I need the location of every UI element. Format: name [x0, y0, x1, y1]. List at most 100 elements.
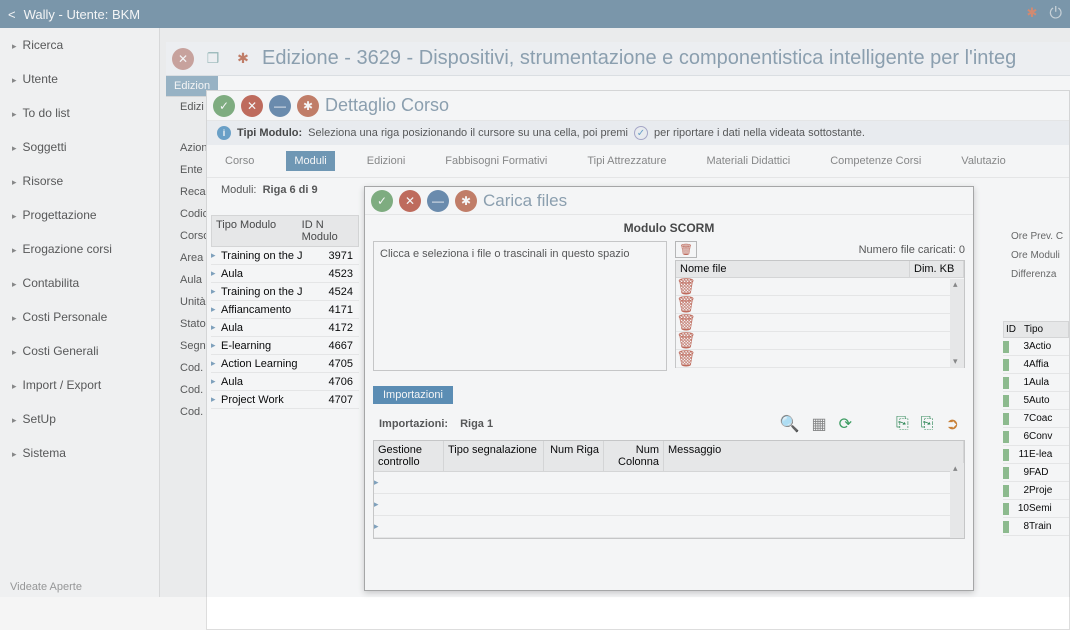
table-row[interactable]: ▸Training on the J4524: [211, 283, 359, 301]
bug-icon[interactable]: ✱: [232, 48, 254, 70]
delete-icon[interactable]: 🗑: [676, 349, 694, 369]
table-row[interactable]: ▸: [374, 516, 964, 538]
summary-label: Differenza: [1011, 269, 1067, 280]
search-icon[interactable]: 🔍: [780, 414, 800, 434]
table-row[interactable]: ▸Affiancamento4171: [211, 301, 359, 319]
minimize-icon[interactable]: —: [427, 190, 449, 212]
table-row[interactable]: ▸: [374, 472, 964, 494]
table-row[interactable]: ▸Project Work4707: [211, 391, 359, 409]
sidebar-item[interactable]: Import / Export: [0, 368, 159, 402]
table-row[interactable]: ▸Action Learning4705: [211, 355, 359, 373]
table-row[interactable]: ▸Training on the J3971: [211, 247, 359, 265]
tab-competenze[interactable]: Competenze Corsi: [822, 151, 929, 171]
sidebar-item[interactable]: Progettazione: [0, 198, 159, 232]
tabs: Corso Moduli Edizioni Fabbisogni Formati…: [207, 145, 1069, 178]
table-row[interactable]: 6Conv: [1003, 428, 1069, 446]
table-row[interactable]: 🗑: [676, 332, 964, 350]
power-icon[interactable]: ⏻: [1049, 5, 1062, 23]
refresh-icon[interactable]: ⟳: [839, 414, 852, 434]
sidebar-item[interactable]: Erogazione corsi: [0, 232, 159, 266]
col-header[interactable]: Tipo: [1024, 324, 1043, 335]
grid-icon[interactable]: ▦: [811, 414, 826, 434]
window-title: Carica files: [483, 191, 567, 211]
table-row[interactable]: 8Train: [1003, 518, 1069, 536]
export-icon[interactable]: ➲: [946, 414, 959, 434]
sidebar-footer[interactable]: Videate Aperte: [10, 581, 82, 593]
scrollbar[interactable]: [950, 279, 964, 367]
delete-icon[interactable]: 🗑: [676, 331, 694, 351]
col-header[interactable]: Dim. KB: [910, 261, 964, 277]
col-header[interactable]: Num Riga: [544, 441, 604, 471]
app-titlebar: < Wally - Utente: BKM ✱ ⏻: [0, 0, 1070, 28]
table-row[interactable]: ▸: [374, 494, 964, 516]
tab-importazioni[interactable]: Importazioni: [373, 386, 453, 404]
table-row[interactable]: 5Auto: [1003, 392, 1069, 410]
col-header[interactable]: Gestione controllo: [374, 441, 444, 471]
delete-icon[interactable]: 🗑: [676, 313, 694, 333]
importazioni-row-indicator: Riga 1: [460, 418, 493, 430]
minimize-icon[interactable]: —: [269, 95, 291, 117]
table-row[interactable]: 1Aula: [1003, 374, 1069, 392]
col-header[interactable]: Messaggio: [664, 441, 964, 471]
delete-icon[interactable]: 🗑: [675, 241, 697, 258]
table-row[interactable]: 🗑: [676, 314, 964, 332]
table-row[interactable]: 10Semi: [1003, 500, 1069, 518]
table-row[interactable]: 🗑: [676, 278, 964, 296]
table-row[interactable]: ▸Aula4172: [211, 319, 359, 337]
sidebar-item[interactable]: Soggetti: [0, 130, 159, 164]
excel-export-icon[interactable]: ⎘: [921, 415, 934, 433]
back-icon[interactable]: <: [8, 7, 16, 22]
table-row[interactable]: 11E-lea: [1003, 446, 1069, 464]
window-icon[interactable]: ❐: [202, 48, 224, 70]
sidebar-item[interactable]: Costi Generali: [0, 334, 159, 368]
tab-corso[interactable]: Corso: [217, 151, 262, 171]
col-header[interactable]: ID N Modulo: [302, 219, 354, 243]
tab-fabbisogni[interactable]: Fabbisogni Formativi: [437, 151, 555, 171]
col-header[interactable]: Num Colonna: [604, 441, 664, 471]
file-drop-zone[interactable]: Clicca e seleziona i file o trascinali i…: [373, 241, 667, 371]
delete-icon[interactable]: 🗑: [676, 295, 694, 315]
tab-edizioni[interactable]: Edizioni: [359, 151, 414, 171]
sidebar-item[interactable]: SetUp: [0, 402, 159, 436]
app-title: Wally - Utente: BKM: [24, 7, 141, 22]
sidebar-item[interactable]: Risorse: [0, 164, 159, 198]
tab-moduli[interactable]: Moduli: [286, 151, 334, 171]
file-count-label: Numero file caricati:: [859, 244, 956, 256]
col-header[interactable]: Tipo Modulo: [216, 219, 302, 243]
sidebar-item[interactable]: Ricerca: [0, 28, 159, 62]
col-header[interactable]: Tipo segnalazione: [444, 441, 544, 471]
tab-materiali[interactable]: Materiali Didattici: [698, 151, 798, 171]
close-icon[interactable]: ✕: [172, 48, 194, 70]
col-header[interactable]: ID: [1006, 324, 1024, 335]
sidebar-item[interactable]: Costi Personale: [0, 300, 159, 334]
bug-icon[interactable]: ✱: [1026, 5, 1037, 23]
tab-valutazione[interactable]: Valutazio: [953, 151, 1013, 171]
table-row[interactable]: 🗑: [676, 350, 964, 368]
table-row[interactable]: ▸Aula4523: [211, 265, 359, 283]
table-row[interactable]: ▸Aula4706: [211, 373, 359, 391]
apply-icon[interactable]: ✓: [634, 126, 648, 140]
cancel-icon[interactable]: ✕: [241, 95, 263, 117]
sidebar-item[interactable]: Contabilita: [0, 266, 159, 300]
ok-icon[interactable]: ✓: [213, 95, 235, 117]
ok-icon[interactable]: ✓: [371, 190, 393, 212]
table-row[interactable]: ▸E-learning4667: [211, 337, 359, 355]
sidebar-item[interactable]: Utente: [0, 62, 159, 96]
scrollbar[interactable]: [950, 463, 964, 538]
tab-attrezzature[interactable]: Tipi Attrezzature: [579, 151, 674, 171]
col-header[interactable]: Nome file: [676, 261, 910, 277]
bug-icon[interactable]: ✱: [297, 95, 319, 117]
table-row[interactable]: 7Coac: [1003, 410, 1069, 428]
table-row[interactable]: 2Proje: [1003, 482, 1069, 500]
subtitle: Modulo SCORM: [365, 215, 973, 241]
table-row[interactable]: 4Affia: [1003, 356, 1069, 374]
table-row[interactable]: 9FAD: [1003, 464, 1069, 482]
excel-icon[interactable]: ⎘: [896, 415, 909, 433]
bug-icon[interactable]: ✱: [455, 190, 477, 212]
sidebar-item[interactable]: Sistema: [0, 436, 159, 470]
table-row[interactable]: 3Actio: [1003, 338, 1069, 356]
summary-label: Ore Prev. C: [1011, 231, 1067, 242]
sidebar-item[interactable]: To do list: [0, 96, 159, 130]
cancel-icon[interactable]: ✕: [399, 190, 421, 212]
table-row[interactable]: 🗑: [676, 296, 964, 314]
